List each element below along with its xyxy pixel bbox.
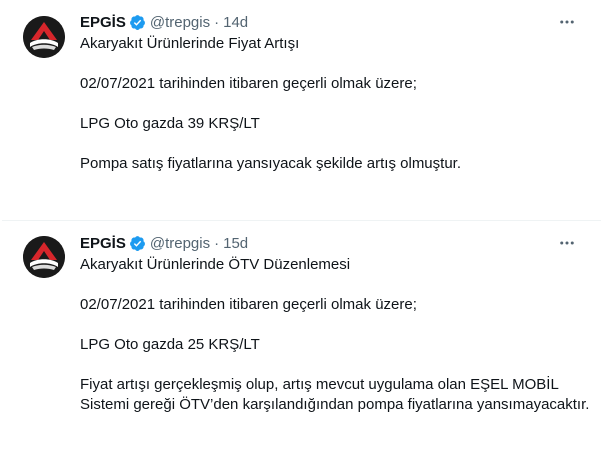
tweet-timestamp[interactable]: 14d	[223, 14, 248, 31]
separator-dot: ·	[214, 234, 220, 252]
author-name[interactable]: EPGİS	[80, 14, 126, 31]
more-options-button[interactable]	[557, 12, 577, 32]
tweet-line: Akaryakıt Ürünlerinde Fiyat Artışı	[80, 35, 300, 52]
more-options-icon	[560, 20, 574, 24]
more-options-icon	[560, 241, 574, 245]
tweet-separator-gap	[0, 176, 603, 220]
epgis-logo-icon	[23, 16, 65, 58]
tweet-card[interactable]: EPGİS @trepgis · 15d Akaryakıt Ürünlerin…	[2, 220, 601, 425]
tweet-line: LPG Oto gazda 25 KRŞ/LT	[80, 336, 260, 353]
avatar[interactable]	[23, 236, 65, 278]
tweet-line: Pompa satış fiyatlarına yansıyacak şekil…	[80, 155, 461, 172]
tweet-timestamp[interactable]: 15d	[223, 235, 248, 252]
tweet-line: 02/07/2021 tarihinden itibaren geçerli o…	[80, 296, 417, 313]
tweet-line: 02/07/2021 tarihinden itibaren geçerli o…	[80, 75, 417, 92]
more-options-button[interactable]	[557, 233, 577, 253]
separator-dot: ·	[214, 13, 220, 31]
epgis-logo-icon	[23, 236, 65, 278]
verified-badge-icon	[129, 235, 145, 251]
avatar[interactable]	[23, 16, 65, 58]
tweet-line: Fiyat artışı gerçekleşmiş olup, artış me…	[80, 376, 559, 393]
tweet-header: EPGİS @trepgis · 14d	[80, 12, 587, 32]
tweet-line: LPG Oto gazda 39 KRŞ/LT	[80, 115, 260, 132]
verified-badge-icon	[129, 14, 145, 30]
tweet-line: Sistemi gereği ÖTV’den karşılandığından …	[80, 396, 590, 413]
tweet-header: EPGİS @trepgis · 15d	[80, 233, 587, 253]
tweet-card[interactable]: EPGİS @trepgis · 14d Akaryakıt Ürünlerin…	[2, 0, 601, 176]
tweet-line: Akaryakıt Ürünlerinde ÖTV Düzenlemesi	[80, 256, 351, 273]
author-handle[interactable]: @trepgis	[150, 235, 210, 252]
author-name[interactable]: EPGİS	[80, 235, 126, 252]
author-handle[interactable]: @trepgis	[150, 14, 210, 31]
